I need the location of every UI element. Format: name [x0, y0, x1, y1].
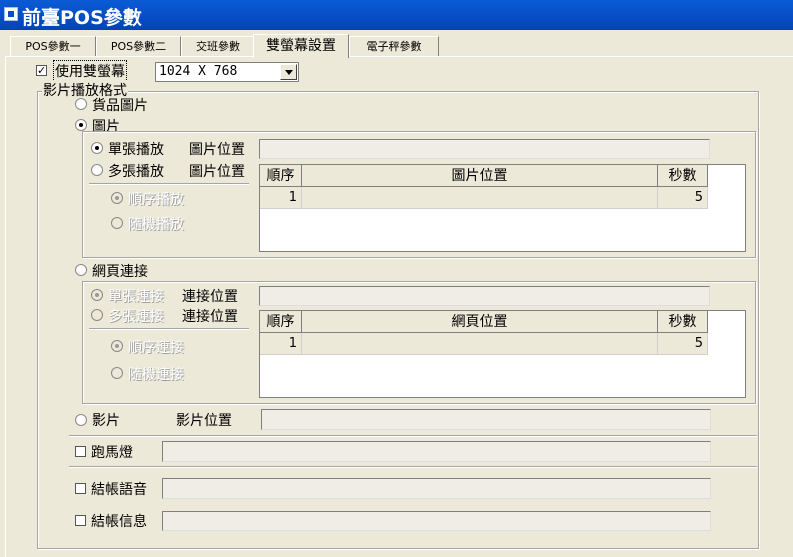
multi-image-position-label: 圖片位置 [189, 164, 245, 180]
sequential-link-radio [111, 340, 123, 352]
tab-pos-params-2[interactable]: POS參數二 [96, 36, 181, 57]
divider [89, 183, 249, 185]
grid-header-seconds: 秒數 [658, 165, 708, 187]
link-position-label: 連接位置 [182, 289, 238, 305]
grid-cell-position[interactable] [302, 333, 658, 355]
marquee-checkbox[interactable] [75, 446, 86, 457]
tab-scale-params[interactable]: 電子秤參數 [349, 36, 439, 57]
grid-cell-position[interactable] [302, 187, 658, 209]
grid-header-web-position: 網頁位置 [302, 311, 658, 333]
divider [69, 466, 757, 468]
link-position-input[interactable] [259, 286, 710, 306]
divider [89, 328, 249, 330]
webpage-grid[interactable]: 順序 網頁位置 秒數 1 5 [259, 310, 746, 398]
image-radio[interactable] [75, 119, 87, 131]
random-play-label: 隨機播放 [128, 217, 184, 233]
checkout-voice-input[interactable] [162, 478, 711, 499]
resolution-select[interactable]: 1024 X 768 [155, 62, 299, 82]
grid-cell-order[interactable]: 1 [260, 187, 302, 209]
single-link-radio [91, 289, 103, 301]
grid-header-image-position: 圖片位置 [302, 165, 658, 187]
marquee-label: 跑馬燈 [91, 445, 133, 461]
grid-header-order: 順序 [260, 165, 302, 187]
dual-screen-checkbox[interactable]: ✓ [36, 65, 47, 76]
chevron-down-icon[interactable] [280, 64, 297, 80]
webpage-label: 網頁連接 [92, 264, 148, 280]
resolution-value: 1024 X 768 [159, 64, 238, 79]
window-title: 前臺POS參數 [22, 7, 142, 29]
image-position-input[interactable] [259, 139, 710, 159]
checkout-voice-checkbox[interactable] [75, 483, 86, 494]
checkout-message-checkbox[interactable] [75, 515, 86, 526]
random-link-label: 隨機連接 [128, 367, 184, 383]
grid-cell-seconds[interactable]: 5 [658, 187, 708, 209]
single-play-label: 單張播放 [108, 142, 164, 158]
dual-screen-label: 使用雙螢幕 [53, 60, 127, 82]
random-link-radio [111, 367, 123, 379]
tab-pos-params-1[interactable]: POS參數一 [10, 36, 96, 57]
product-image-radio[interactable] [75, 98, 87, 110]
checkout-voice-label: 結帳語音 [91, 482, 147, 498]
video-radio[interactable] [75, 414, 87, 426]
random-play-radio [111, 217, 123, 229]
grid-header-seconds: 秒數 [658, 311, 708, 333]
marquee-input[interactable] [162, 441, 711, 462]
video-position-label: 影片位置 [176, 413, 232, 429]
multi-play-label: 多張播放 [108, 164, 164, 180]
checkout-message-label: 結帳信息 [91, 514, 147, 530]
video-position-input[interactable] [261, 409, 711, 430]
sequential-link-label: 順序連接 [128, 340, 184, 356]
multi-link-label: 多張連接 [108, 309, 164, 325]
video-label: 影片 [92, 413, 120, 429]
webpage-radio[interactable] [75, 264, 87, 276]
tab-dual-screen[interactable]: 雙螢幕設置 [253, 34, 349, 58]
image-position-label: 圖片位置 [189, 142, 245, 158]
checkout-message-input[interactable] [162, 511, 711, 531]
image-grid[interactable]: 順序 圖片位置 秒數 1 5 [259, 164, 746, 252]
multi-play-radio[interactable] [91, 164, 103, 176]
divider [69, 435, 757, 437]
grid-cell-seconds[interactable]: 5 [658, 333, 708, 355]
sequential-play-label: 順序播放 [128, 192, 184, 208]
grid-cell-order[interactable]: 1 [260, 333, 302, 355]
multi-link-radio [91, 309, 103, 321]
single-link-label: 單張連接 [108, 289, 164, 305]
product-image-label: 貨品圖片 [92, 98, 148, 114]
sequential-play-radio [111, 192, 123, 204]
title-bar: 前臺POS參數 [0, 0, 793, 30]
grid-header-order: 順序 [260, 311, 302, 333]
app-icon [4, 7, 18, 21]
tab-shift-params[interactable]: 交班參數 [181, 36, 255, 57]
multi-link-position-label: 連接位置 [182, 309, 238, 325]
single-play-radio[interactable] [91, 142, 103, 154]
